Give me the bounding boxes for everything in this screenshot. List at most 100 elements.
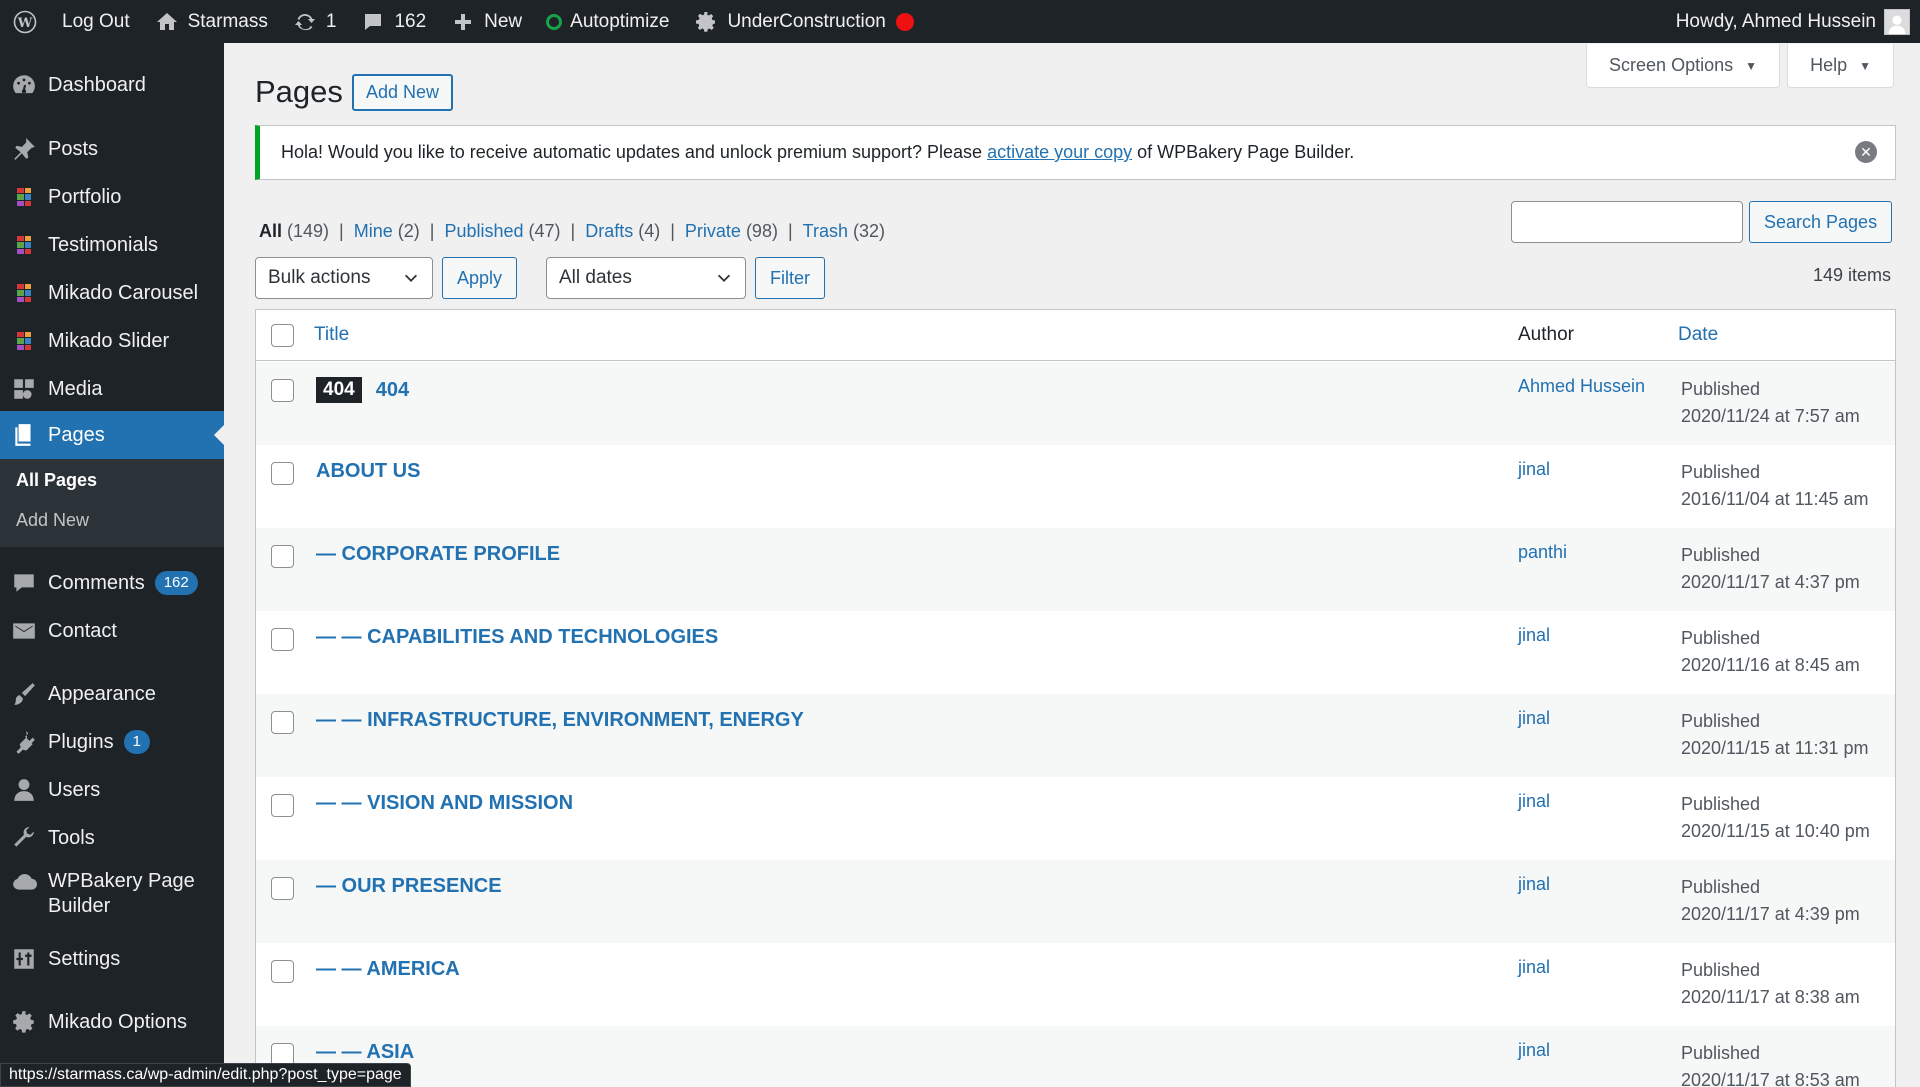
- row-author[interactable]: jinal: [1518, 957, 1550, 978]
- view-all[interactable]: All: [259, 221, 282, 242]
- search-pages-button[interactable]: Search Pages: [1749, 201, 1893, 243]
- row-status-text: Published: [1681, 379, 1761, 399]
- updates-link[interactable]: 1: [280, 0, 349, 43]
- table-row: 404 404 Ahmed Hussein Published 2020/11/…: [256, 362, 1895, 445]
- menu-tools[interactable]: Tools: [0, 814, 224, 862]
- row-title[interactable]: ABOUT US: [316, 460, 420, 483]
- menu-wpbakery[interactable]: WPBakery Page Builder: [0, 863, 224, 923]
- row-checkbox[interactable]: [271, 462, 294, 485]
- select-all-checkbox[interactable]: [271, 324, 294, 347]
- menu-comments[interactable]: Comments 162: [0, 559, 224, 607]
- dismiss-icon[interactable]: ✕: [1855, 141, 1877, 163]
- row-author[interactable]: panthi: [1518, 542, 1567, 563]
- comment-icon: [360, 9, 386, 35]
- row-title[interactable]: — — INFRASTRUCTURE, ENVIRONMENT, ENERGY: [316, 709, 804, 732]
- row-title[interactable]: — CORPORATE PROFILE: [316, 543, 560, 566]
- wrench-icon: [0, 825, 48, 851]
- screen-options-tab[interactable]: Screen Options ▼: [1586, 44, 1780, 88]
- menu-contact[interactable]: Contact: [0, 607, 224, 655]
- menu-label: Contact: [48, 619, 117, 642]
- row-title[interactable]: 404 404: [316, 377, 409, 403]
- avatar: [1884, 8, 1910, 35]
- menu-label: Portfolio: [48, 185, 122, 208]
- row-title[interactable]: — — CAPABILITIES AND TECHNOLOGIES: [316, 626, 718, 649]
- submenu-add-new[interactable]: Add New: [16, 510, 89, 531]
- row-author[interactable]: jinal: [1518, 625, 1550, 646]
- menu-mikado-slider[interactable]: Mikado Slider: [0, 317, 224, 365]
- menu-label: Pages: [48, 423, 105, 446]
- comments-link[interactable]: 162: [348, 0, 438, 43]
- menu-pages[interactable]: Pages: [0, 411, 224, 459]
- row-checkbox[interactable]: [271, 794, 294, 817]
- row-checkbox[interactable]: [271, 711, 294, 734]
- logout-link[interactable]: Log Out: [50, 0, 142, 43]
- dashboard-icon: [0, 72, 48, 98]
- row-checkbox[interactable]: [271, 545, 294, 568]
- bulk-actions-select[interactable]: Bulk actions: [255, 257, 433, 299]
- row-checkbox[interactable]: [271, 877, 294, 900]
- menu-label: Settings: [48, 947, 121, 970]
- menu-users[interactable]: Users: [0, 766, 224, 814]
- menu-plugins[interactable]: Plugins 1: [0, 718, 224, 766]
- menu-posts[interactable]: Posts: [0, 125, 224, 173]
- row-date: Published 2020/11/17 at 8:38 am: [1681, 957, 1860, 1011]
- add-new-button[interactable]: Add New: [352, 74, 454, 111]
- row-date-text: 2020/11/24 at 7:57 am: [1681, 406, 1860, 426]
- row-checkbox[interactable]: [271, 379, 294, 402]
- dates-select[interactable]: All dates: [546, 257, 746, 299]
- menu-label: Dashboard: [48, 73, 146, 96]
- view-published[interactable]: Published: [444, 221, 523, 242]
- view-trash[interactable]: Trash: [803, 221, 848, 242]
- activate-link[interactable]: activate your copy: [987, 142, 1132, 163]
- menu-mikado-carousel[interactable]: Mikado Carousel: [0, 269, 224, 317]
- menu-testimonials[interactable]: Testimonials: [0, 221, 224, 269]
- help-label: Help: [1810, 55, 1848, 75]
- underconstruction-link[interactable]: UnderConstruction: [681, 0, 925, 43]
- filter-button[interactable]: Filter: [755, 257, 825, 299]
- refresh-icon: [292, 9, 318, 35]
- cloud-icon: [0, 869, 48, 895]
- column-date[interactable]: Date: [1678, 324, 1718, 346]
- menu-portfolio[interactable]: Portfolio: [0, 173, 224, 221]
- help-tab[interactable]: Help ▼: [1787, 44, 1894, 88]
- row-author[interactable]: jinal: [1518, 791, 1550, 812]
- menu-mikado-options[interactable]: Mikado Options: [0, 998, 224, 1046]
- row-author[interactable]: jinal: [1518, 1040, 1550, 1061]
- row-title[interactable]: — — AMERICA: [316, 958, 460, 981]
- row-status-text: Published: [1681, 628, 1761, 648]
- row-title[interactable]: — — ASIA: [316, 1041, 414, 1064]
- autoptimize-link[interactable]: Autoptimize: [534, 0, 681, 43]
- row-title[interactable]: — OUR PRESENCE: [316, 875, 502, 898]
- view-private[interactable]: Private: [685, 221, 741, 242]
- new-content-link[interactable]: New: [438, 0, 534, 43]
- menu-media[interactable]: Media: [0, 365, 224, 413]
- view-count: (4): [638, 221, 661, 241]
- submenu-all-pages[interactable]: All Pages: [16, 470, 97, 491]
- menu-appearance[interactable]: Appearance: [0, 670, 224, 718]
- row-author[interactable]: jinal: [1518, 708, 1550, 729]
- mikado-grid-icon: [0, 236, 48, 254]
- row-checkbox[interactable]: [271, 628, 294, 651]
- separator: |: [787, 221, 793, 241]
- media-icon: [0, 376, 48, 402]
- row-title[interactable]: — — VISION AND MISSION: [316, 792, 573, 815]
- my-account-link[interactable]: Howdy, Ahmed Hussein: [1664, 0, 1920, 43]
- site-name-link[interactable]: Starmass: [142, 0, 280, 43]
- column-title[interactable]: Title: [314, 324, 349, 346]
- row-author[interactable]: jinal: [1518, 459, 1550, 480]
- wordpress-logo[interactable]: W: [0, 0, 50, 43]
- apply-button[interactable]: Apply: [442, 257, 518, 299]
- status-ring-icon: [546, 13, 563, 30]
- menu-settings[interactable]: Settings: [0, 935, 224, 983]
- row-checkbox[interactable]: [271, 960, 294, 983]
- menu-dashboard[interactable]: Dashboard: [0, 61, 224, 109]
- row-author[interactable]: Ahmed Hussein: [1518, 376, 1645, 397]
- separator: |: [339, 221, 344, 241]
- table-row: — — AMERICA jinal Published 2020/11/17 a…: [256, 943, 1895, 1026]
- row-date-text: 2020/11/17 at 4:37 pm: [1681, 572, 1860, 592]
- view-mine[interactable]: Mine: [354, 221, 393, 242]
- row-author[interactable]: jinal: [1518, 874, 1550, 895]
- view-drafts[interactable]: Drafts: [585, 221, 633, 242]
- comments-badge: 162: [154, 571, 198, 595]
- search-input[interactable]: [1511, 201, 1743, 243]
